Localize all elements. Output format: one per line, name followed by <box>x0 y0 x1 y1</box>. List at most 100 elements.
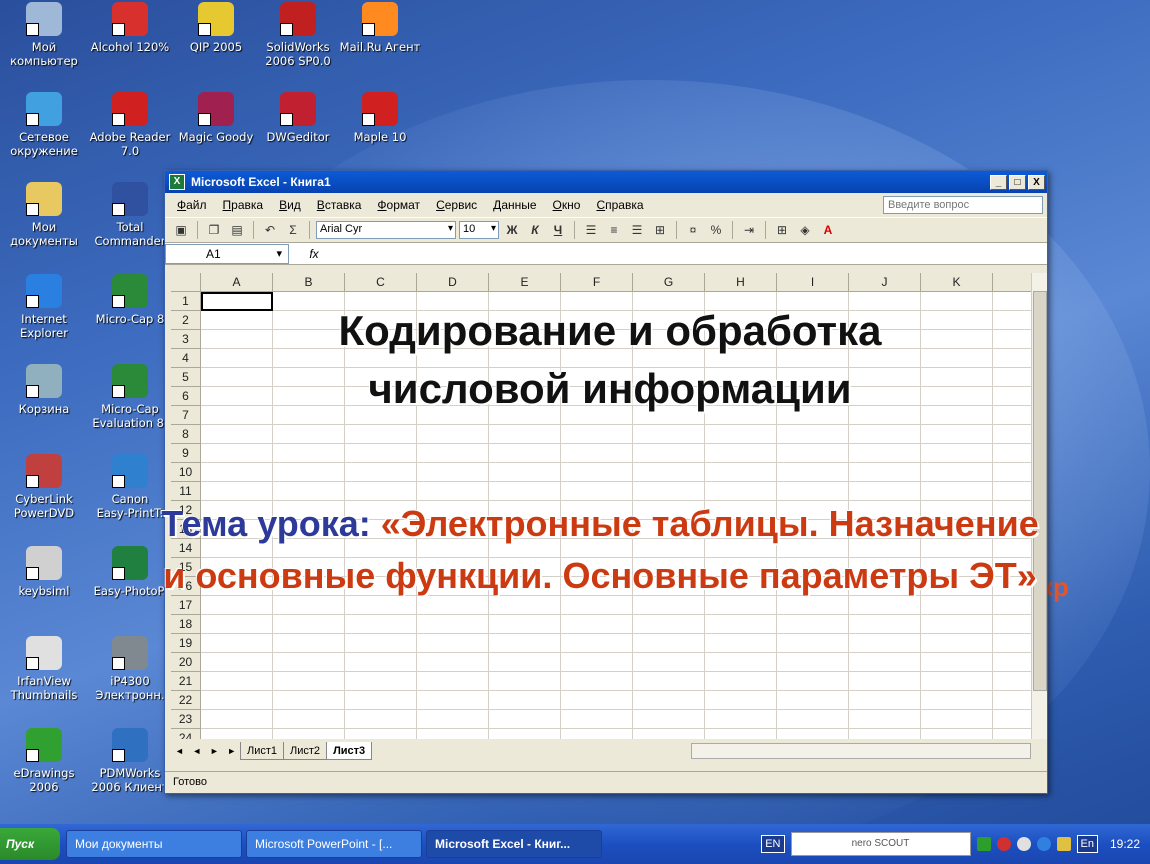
task-my-documents[interactable]: Мои документы <box>66 830 242 858</box>
italic-button[interactable]: К <box>525 221 545 239</box>
row-header[interactable]: 9 <box>171 444 201 463</box>
merge-center-icon[interactable]: ⊞ <box>650 221 670 239</box>
column-header[interactable]: F <box>561 273 633 292</box>
row-header[interactable]: 23 <box>171 710 201 729</box>
menu-file[interactable]: Файл <box>169 198 215 212</box>
desktop-icon[interactable]: PDMWorks 2006 Клиент <box>88 728 172 794</box>
row-header[interactable]: 8 <box>171 425 201 444</box>
row-header[interactable]: 24 <box>171 729 201 739</box>
desktop-icon[interactable]: CyberLink PowerDVD <box>2 454 86 520</box>
desktop-icon[interactable]: Internet Explorer <box>2 274 86 340</box>
percent-button[interactable]: % <box>706 221 726 239</box>
desktop-icon[interactable]: Мои документы <box>2 182 86 248</box>
desktop-icon[interactable]: Magic Goody <box>174 92 258 144</box>
column-header[interactable]: B <box>273 273 345 292</box>
column-header[interactable]: I <box>777 273 849 292</box>
desktop-icon[interactable]: QIP 2005 <box>174 2 258 54</box>
desktop-icon[interactable]: Alcohol 120% <box>88 2 172 54</box>
desktop-icon[interactable]: Total Commander <box>88 182 172 248</box>
column-header[interactable]: D <box>417 273 489 292</box>
paste-icon[interactable]: ▤ <box>227 221 247 239</box>
horizontal-scrollbar[interactable] <box>691 743 1031 759</box>
desktop-icon[interactable]: DWGeditor <box>256 92 340 144</box>
borders-icon[interactable]: ⊞ <box>772 221 792 239</box>
column-header[interactable]: K <box>921 273 993 292</box>
menu-edit[interactable]: Правка <box>215 198 272 212</box>
underline-button[interactable]: Ч <box>548 221 568 239</box>
column-header[interactable]: C <box>345 273 417 292</box>
font-size-select[interactable]: 10 <box>459 221 499 239</box>
go-arrow-icon[interactable] <box>976 837 991 851</box>
fx-icon[interactable]: fx <box>289 247 339 261</box>
language-indicator[interactable]: EN <box>761 835 785 853</box>
desktop-icon[interactable]: Корзина <box>2 364 86 416</box>
maximize-button[interactable]: □ <box>1009 174 1026 190</box>
bold-button[interactable]: Ж <box>502 221 522 239</box>
formula-input[interactable] <box>339 244 1047 264</box>
tray-app-icon[interactable] <box>1016 837 1031 851</box>
task-powerpoint[interactable]: Microsoft PowerPoint - [... <box>246 830 422 858</box>
tray-language-indicator[interactable]: En <box>1076 835 1098 853</box>
desktop-icon[interactable]: keybsiml <box>2 546 86 598</box>
desktop-icon[interactable]: Сетевое окружение <box>2 92 86 158</box>
row-header[interactable]: 19 <box>171 634 201 653</box>
menu-help[interactable]: Справка <box>588 198 651 212</box>
column-header[interactable]: J <box>849 273 921 292</box>
sheet-tab-1[interactable]: Лист1 <box>240 742 285 760</box>
align-left-icon[interactable]: ☰ <box>581 221 601 239</box>
title-bar[interactable]: X Microsoft Excel - Книга1 _ □ X <box>165 171 1047 193</box>
desktop-icon[interactable]: IrfanView Thumbnails <box>2 636 86 702</box>
column-header[interactable]: E <box>489 273 561 292</box>
excel-window[interactable]: X Microsoft Excel - Книга1 _ □ X Файл Пр… <box>164 170 1048 794</box>
column-header[interactable]: G <box>633 273 705 292</box>
row-header[interactable]: 22 <box>171 691 201 710</box>
menu-format[interactable]: Формат <box>369 198 428 212</box>
tray-app-icon[interactable] <box>1056 837 1071 851</box>
sheet-tab-3[interactable]: Лист3 <box>326 742 373 760</box>
indent-icon[interactable]: ⇥ <box>739 221 759 239</box>
desktop-icon[interactable]: iP4300 Электронн. <box>88 636 172 702</box>
desktop-icon[interactable]: Maple 10 <box>338 92 422 144</box>
row-header[interactable]: 21 <box>171 672 201 691</box>
row-header[interactable]: 20 <box>171 653 201 672</box>
column-header[interactable]: H <box>705 273 777 292</box>
desktop-icon[interactable]: Мой компьютер <box>2 2 86 68</box>
start-button[interactable]: Пуск <box>0 828 60 860</box>
tray-app-icon[interactable] <box>996 837 1011 851</box>
desktop-icon[interactable]: eDrawings 2006 <box>2 728 86 794</box>
desktop-icon[interactable]: SolidWorks 2006 SP0.0 <box>256 2 340 68</box>
name-box[interactable]: A1 <box>165 243 289 264</box>
desktop-icon[interactable]: Adobe Reader 7.0 <box>88 92 172 158</box>
menu-tools[interactable]: Сервис <box>428 198 485 212</box>
font-color-icon[interactable]: A <box>818 221 838 239</box>
column-header[interactable]: A <box>201 273 273 292</box>
fill-color-icon[interactable]: ◈ <box>795 221 815 239</box>
help-icon[interactable] <box>1036 837 1051 851</box>
copy-icon[interactable]: ❐ <box>204 221 224 239</box>
row-header[interactable]: 18 <box>171 615 201 634</box>
select-all-corner[interactable] <box>171 273 201 292</box>
font-name-select[interactable]: Arial Cyr <box>316 221 456 239</box>
sum-button[interactable]: Σ <box>283 221 303 239</box>
save-icon[interactable]: ▣ <box>171 221 191 239</box>
undo-icon[interactable]: ↶ <box>260 221 280 239</box>
sheet-tab-2[interactable]: Лист2 <box>283 742 328 760</box>
menu-insert[interactable]: Вставка <box>309 198 370 212</box>
align-right-icon[interactable]: ☰ <box>627 221 647 239</box>
align-center-icon[interactable]: ≡ <box>604 221 624 239</box>
desktop-icon[interactable]: Mail.Ru Агент <box>338 2 422 54</box>
nero-scout-search[interactable]: nero SCOUT <box>790 832 971 856</box>
close-button[interactable]: X <box>1028 174 1045 190</box>
app-icon <box>112 92 148 126</box>
desktop-icon-label: Maple 10 <box>353 130 407 144</box>
menu-data[interactable]: Данные <box>485 198 544 212</box>
sheet-nav-arrows[interactable]: ◄ ◄ ► ► <box>171 746 241 756</box>
currency-icon[interactable]: ¤ <box>683 221 703 239</box>
menu-window[interactable]: Окно <box>545 198 589 212</box>
row-header[interactable]: 10 <box>171 463 201 482</box>
minimize-button[interactable]: _ <box>990 174 1007 190</box>
menu-view[interactable]: Вид <box>271 198 309 212</box>
task-excel[interactable]: Microsoft Excel - Книг... <box>426 830 602 858</box>
menu-bar: Файл Правка Вид Вставка Формат Сервис Да… <box>165 193 1047 217</box>
help-search-input[interactable]: Введите вопрос <box>883 196 1043 214</box>
